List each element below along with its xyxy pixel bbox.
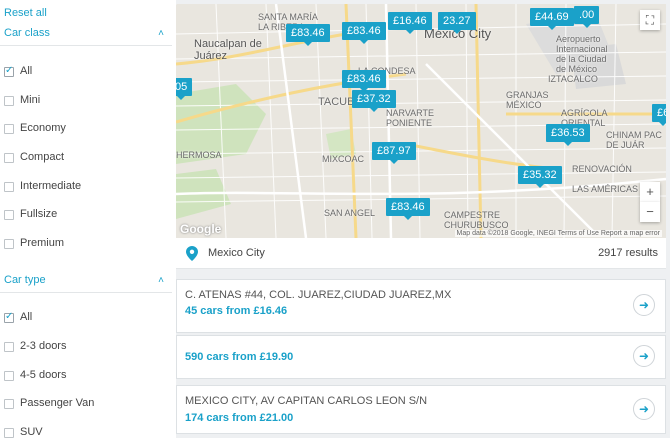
map-label-narvarte: NARVARTE PONIENTE: [386, 108, 435, 128]
map-label-renovacion: RENOVACIÓN: [572, 164, 632, 174]
car-class-option-mini[interactable]: Mini: [4, 91, 172, 111]
option-label: Mini: [20, 94, 41, 106]
checkbox[interactable]: [4, 428, 14, 438]
result-price: 174 cars from £21.00: [185, 412, 294, 424]
result-address: C. ATENAS #44, COL. JUAREZ,CIUDAD JUAREZ…: [185, 289, 452, 301]
car-type-option-4-5-doors[interactable]: 4-5 doors: [4, 366, 172, 386]
results-map[interactable]: Naucalpan de Juárez México City LA CONDES…: [176, 4, 666, 238]
reset-all-link[interactable]: Reset all: [4, 7, 47, 19]
checkbox[interactable]: [4, 182, 14, 192]
price-pin[interactable]: 23.27: [438, 12, 476, 34]
option-label: Fullsize: [20, 208, 58, 220]
option-label: Economy: [20, 122, 66, 134]
option-label: Compact: [20, 151, 65, 163]
map-label-airport: Aeropuerto Internacional de la Ciudad de Mé…: [556, 34, 608, 74]
car-class-option-all[interactable]: All: [4, 62, 172, 82]
price-pin[interactable]: £35.32: [518, 166, 562, 188]
price-pin[interactable]: £83.46: [342, 70, 386, 92]
checkbox[interactable]: [4, 399, 14, 409]
car-type-option-all[interactable]: All: [4, 308, 172, 328]
google-logo: Google: [180, 222, 222, 236]
option-label: SUV: [20, 426, 43, 438]
map-label-naucalpan: Naucalpan de Juárez: [194, 38, 262, 62]
option-label: Passenger Van: [20, 397, 95, 409]
map-label-las-americas: LAS AMÉRICAS: [572, 184, 639, 194]
checkbox[interactable]: [4, 210, 14, 220]
fullscreen-icon[interactable]: ⛶: [640, 10, 660, 30]
car-type-header[interactable]: Car type ˄: [0, 271, 172, 293]
location-bar: Mexico City 2917 results: [176, 238, 666, 269]
price-pin[interactable]: £87.97: [372, 142, 416, 164]
result-price: 590 cars from £19.90: [185, 351, 294, 363]
car-class-option-premium[interactable]: Premium: [4, 234, 172, 254]
map-label-chinam: CHINAM PAC DE JUÁR: [606, 130, 662, 150]
car-type-option-2-3-doors[interactable]: 2-3 doors: [4, 337, 172, 357]
result-card[interactable]: MEXICO CITY, AV CAPITAN CARLOS LEON S/N …: [176, 385, 666, 434]
price-pin[interactable]: .00: [574, 6, 600, 28]
price-pin[interactable]: £16.46: [388, 12, 432, 34]
arrow-right-icon[interactable]: ➜: [633, 398, 655, 420]
car-class-option-compact[interactable]: Compact: [4, 148, 172, 168]
map-label-tacub: TACUB: [318, 96, 355, 108]
map-label-hermosa: HERMOSA: [176, 150, 222, 160]
option-label: All: [20, 311, 33, 323]
map-attribution[interactable]: Map data ©2018 Google, INEGI Terms of Us…: [454, 230, 662, 237]
price-pin[interactable]: £83.46: [386, 198, 430, 220]
checkbox-checked[interactable]: [4, 65, 14, 77]
checkbox[interactable]: [4, 96, 14, 106]
result-address: MEXICO CITY, AV CAPITAN CARLOS LEON S/N: [185, 395, 428, 407]
price-pin[interactable]: 05: [176, 78, 193, 100]
arrow-right-icon[interactable]: ➜: [633, 294, 655, 316]
car-class-option-economy[interactable]: Economy: [4, 119, 172, 139]
chevron-up-icon[interactable]: ˄: [158, 275, 164, 286]
car-type-title: Car type: [4, 274, 46, 286]
map-label-iztacalco: IZTACALCO: [548, 74, 598, 84]
checkbox[interactable]: [4, 124, 14, 134]
car-class-header[interactable]: Car class ˄: [0, 24, 172, 46]
price-pin[interactable]: £44.69: [530, 8, 574, 30]
option-label: 2-3 doors: [20, 340, 67, 352]
option-label: Intermediate: [20, 180, 82, 192]
map-label-mixcoac: MIXCOAC: [322, 154, 365, 164]
car-class-title: Car class: [4, 27, 50, 39]
car-class-option-fullsize[interactable]: Fullsize: [4, 205, 172, 225]
option-label: 4-5 doors: [20, 369, 67, 381]
car-type-option-passenger-van[interactable]: Passenger Van: [4, 394, 172, 414]
location-city: Mexico City: [208, 247, 265, 259]
checkbox[interactable]: [4, 342, 14, 352]
map-label-granjas: GRANJAS MÉXICO: [506, 90, 549, 110]
location-pin-icon: [186, 246, 198, 261]
checkbox[interactable]: [4, 239, 14, 249]
checkbox[interactable]: [4, 371, 14, 381]
price-pin[interactable]: £37.32: [352, 90, 396, 112]
price-pin[interactable]: £36.53: [546, 124, 590, 146]
zoom-in-button[interactable]: +: [640, 182, 660, 202]
car-type-option-suv[interactable]: SUV: [4, 423, 172, 438]
result-card[interactable]: C. ATENAS #44, COL. JUAREZ,CIUDAD JUAREZ…: [176, 279, 666, 333]
arrow-right-icon[interactable]: ➜: [633, 345, 655, 367]
price-pin[interactable]: £83.46: [342, 22, 386, 44]
price-pin[interactable]: £6: [652, 104, 666, 126]
option-label: Premium: [20, 237, 65, 249]
result-card[interactable]: 590 cars from £19.90 ➜: [176, 335, 666, 379]
checkbox-checked[interactable]: [4, 311, 14, 323]
result-price: 45 cars from £16.46: [185, 305, 288, 317]
filter-sidebar: Reset all Car class ˄ All Mini Economy C…: [0, 0, 176, 438]
price-pin[interactable]: £83.46: [286, 24, 330, 46]
map-label-campestre: CAMPESTRE CHURUBUSCO: [444, 210, 509, 230]
car-class-option-intermediate[interactable]: Intermediate: [4, 177, 172, 197]
zoom-out-button[interactable]: −: [640, 202, 660, 222]
option-label: All: [20, 65, 33, 77]
checkbox[interactable]: [4, 153, 14, 163]
chevron-up-icon[interactable]: ˄: [158, 28, 164, 39]
results-count: 2917 results: [598, 247, 658, 259]
map-label-san-angel: SAN ANGEL: [324, 208, 376, 218]
